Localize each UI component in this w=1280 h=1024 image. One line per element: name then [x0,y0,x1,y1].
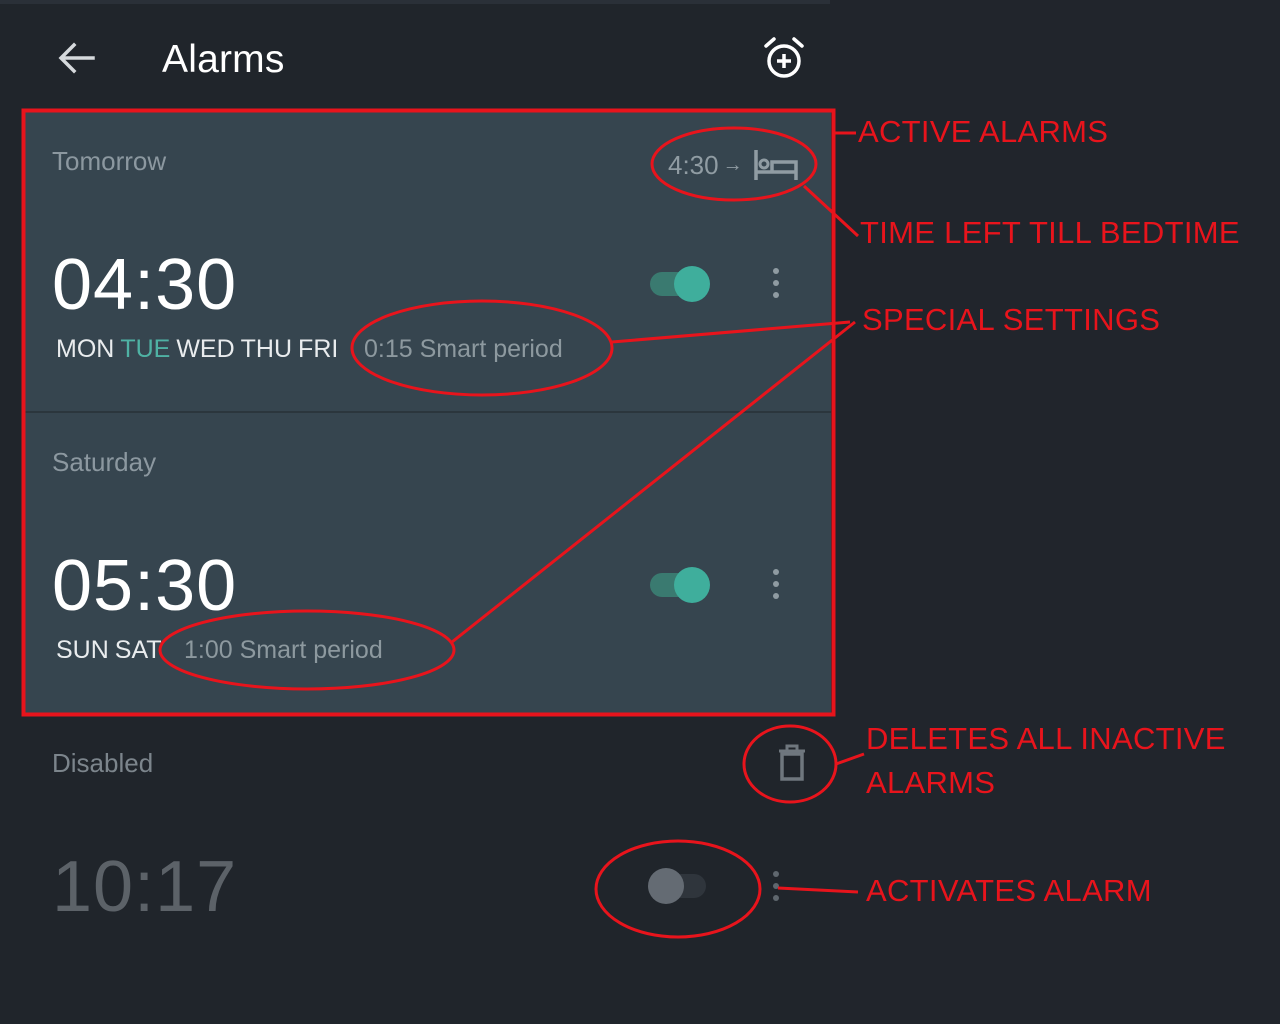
alarm-2-time[interactable]: 05:30 [52,545,237,627]
alarm-2-days: SUN SAT [56,636,168,665]
page-title: Alarms [162,38,285,81]
annotation-deletes-line1: DELETES ALL INACTIVE [866,721,1226,756]
alarm-1-toggle[interactable] [648,264,712,304]
annotation-special-settings: SPECIAL SETTINGS [862,302,1161,337]
alarm-add-icon [764,37,804,78]
day-sun: SUN [56,636,109,664]
alarm-1-day-label: Tomorrow [52,146,167,176]
card-divider [25,411,831,413]
trash-icon [779,744,805,781]
day-wed: WED [176,335,235,363]
bedtime-arrow: → [722,153,743,176]
day-thu: THU [240,335,293,363]
day-sat: SAT [114,636,162,664]
toggle-knob [674,266,710,302]
day-tue: TUE [120,335,171,363]
alarm-1-time[interactable]: 04:30 [52,244,237,326]
back-button[interactable] [52,36,100,80]
add-alarm-button[interactable] [758,32,810,84]
annotation-active-alarms: ACTIVE ALARMS [858,114,1109,149]
status-bar-edge [0,0,830,4]
annotation-time-left: TIME LEFT TILL BEDTIME [860,215,1240,250]
annotation-activates: ACTIVATES ALARM [866,873,1152,908]
toggle-knob [674,567,710,603]
alarm-1-days: MON TUE WED THU FRI [56,335,344,364]
alarm-2-day-label: Saturday [52,447,157,477]
alarm-2-smart-period: 1:00 Smart period [184,636,383,664]
bedtime-indicator[interactable]: 4:30 → [668,148,799,182]
trash-connector [835,752,865,766]
annotation-deletes-line2: ALARMS [866,765,996,800]
disabled-alarm-toggle[interactable] [648,866,712,906]
alarm-2-toggle[interactable] [648,565,712,605]
delete-inactive-button[interactable] [772,740,812,786]
toggle-knob [648,868,684,904]
arrow-left-icon [58,42,95,74]
disabled-section-label: Disabled [52,748,154,778]
alarm-1-more-button[interactable] [761,263,791,303]
alarm-2-more-button[interactable] [761,564,791,604]
day-mon: MON [56,335,115,363]
disabled-alarm-more-button[interactable] [761,866,791,906]
disabled-alarm-time[interactable]: 10:17 [52,846,237,928]
bedtime-time: 4:30 [668,149,719,180]
alarms-app: Alarms Tomorrow 4:30 → 04:30 MON TUE WED TH… [0,0,831,1024]
day-fri: FRI [298,335,339,363]
alarm-1-smart-period: 0:15 Smart period [364,335,563,363]
bed-icon [753,150,798,180]
